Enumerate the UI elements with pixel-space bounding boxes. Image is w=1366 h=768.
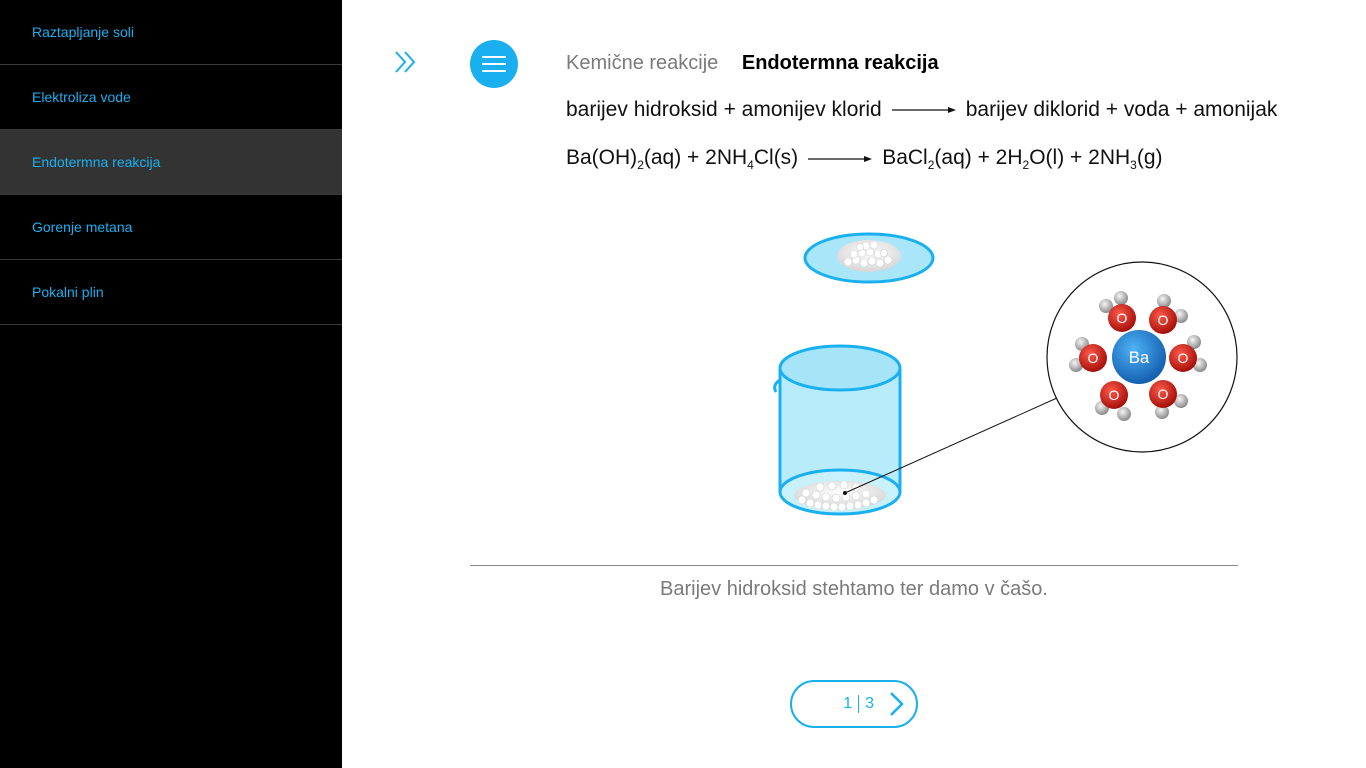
svg-text:O: O — [1109, 387, 1120, 403]
breadcrumb-parent[interactable]: Kemične reakcije — [566, 52, 718, 74]
formula-equation: Ba(OH)2(aq) + 2NH4Cl(s) BaCl2(aq) + 2H2O… — [566, 146, 1163, 172]
breadcrumb: Kemične reakcije Endotermna reakcija — [566, 52, 939, 75]
pager-current: 1 — [843, 695, 853, 712]
watch-glass — [803, 232, 935, 284]
sidebar: Raztapljanje soli Elektroliza vode Endot… — [0, 0, 342, 768]
svg-text:O: O — [1158, 386, 1169, 402]
divider — [470, 565, 1238, 566]
formula-reactants: Ba(OH)2(aq) + 2NH4Cl(s) — [566, 146, 799, 172]
svg-text:O: O — [1178, 350, 1189, 366]
step-pager: 1 3 — [790, 680, 918, 728]
sidebar-item-elektroliza-vode[interactable]: Elektroliza vode — [0, 65, 342, 130]
page-title: Endotermna reakcija — [741, 52, 939, 74]
sidebar-item-gorenje-metana[interactable]: Gorenje metana — [0, 195, 342, 260]
svg-text:O: O — [1117, 310, 1128, 326]
molecular-zoom-circle: O O O O O O Ba — [1046, 261, 1238, 453]
word-equation-products: barijev diklorid + voda + amonijak — [965, 98, 1278, 121]
double-chevron-right-icon[interactable] — [392, 48, 420, 76]
sidebar-item-raztapljanje-soli[interactable]: Raztapljanje soli — [0, 0, 342, 65]
step-caption: Barijev hidroksid stehtamo ter damo v ča… — [660, 578, 1048, 600]
word-equation-reactants: barijev hidroksid + amonijev klorid — [566, 98, 882, 121]
sidebar-item-pokalni-plin[interactable]: Pokalni plin — [0, 260, 342, 325]
hamburger-menu-button[interactable] — [470, 40, 518, 88]
hamburger-menu-icon — [482, 56, 506, 58]
reaction-arrow-icon — [808, 156, 873, 162]
chevron-right-icon[interactable] — [886, 690, 906, 718]
formula-products: BaCl2(aq) + 2H2O(l) + 2NH3(g) — [882, 146, 1163, 172]
pager-total: 3 — [865, 695, 874, 712]
reaction-arrow-icon — [891, 107, 956, 113]
pager-separator — [858, 695, 860, 713]
sidebar-item-endotermna-reakcija[interactable]: Endotermna reakcija — [0, 130, 342, 195]
experiment-illustration: O O O O O O Ba — [773, 232, 1238, 516]
svg-text:O: O — [1088, 350, 1099, 366]
word-equation: barijev hidroksid + amonijev klorid bari… — [566, 98, 1277, 122]
svg-text:O: O — [1158, 312, 1169, 328]
barium-label: Ba — [1129, 348, 1150, 367]
beaker — [773, 344, 902, 516]
